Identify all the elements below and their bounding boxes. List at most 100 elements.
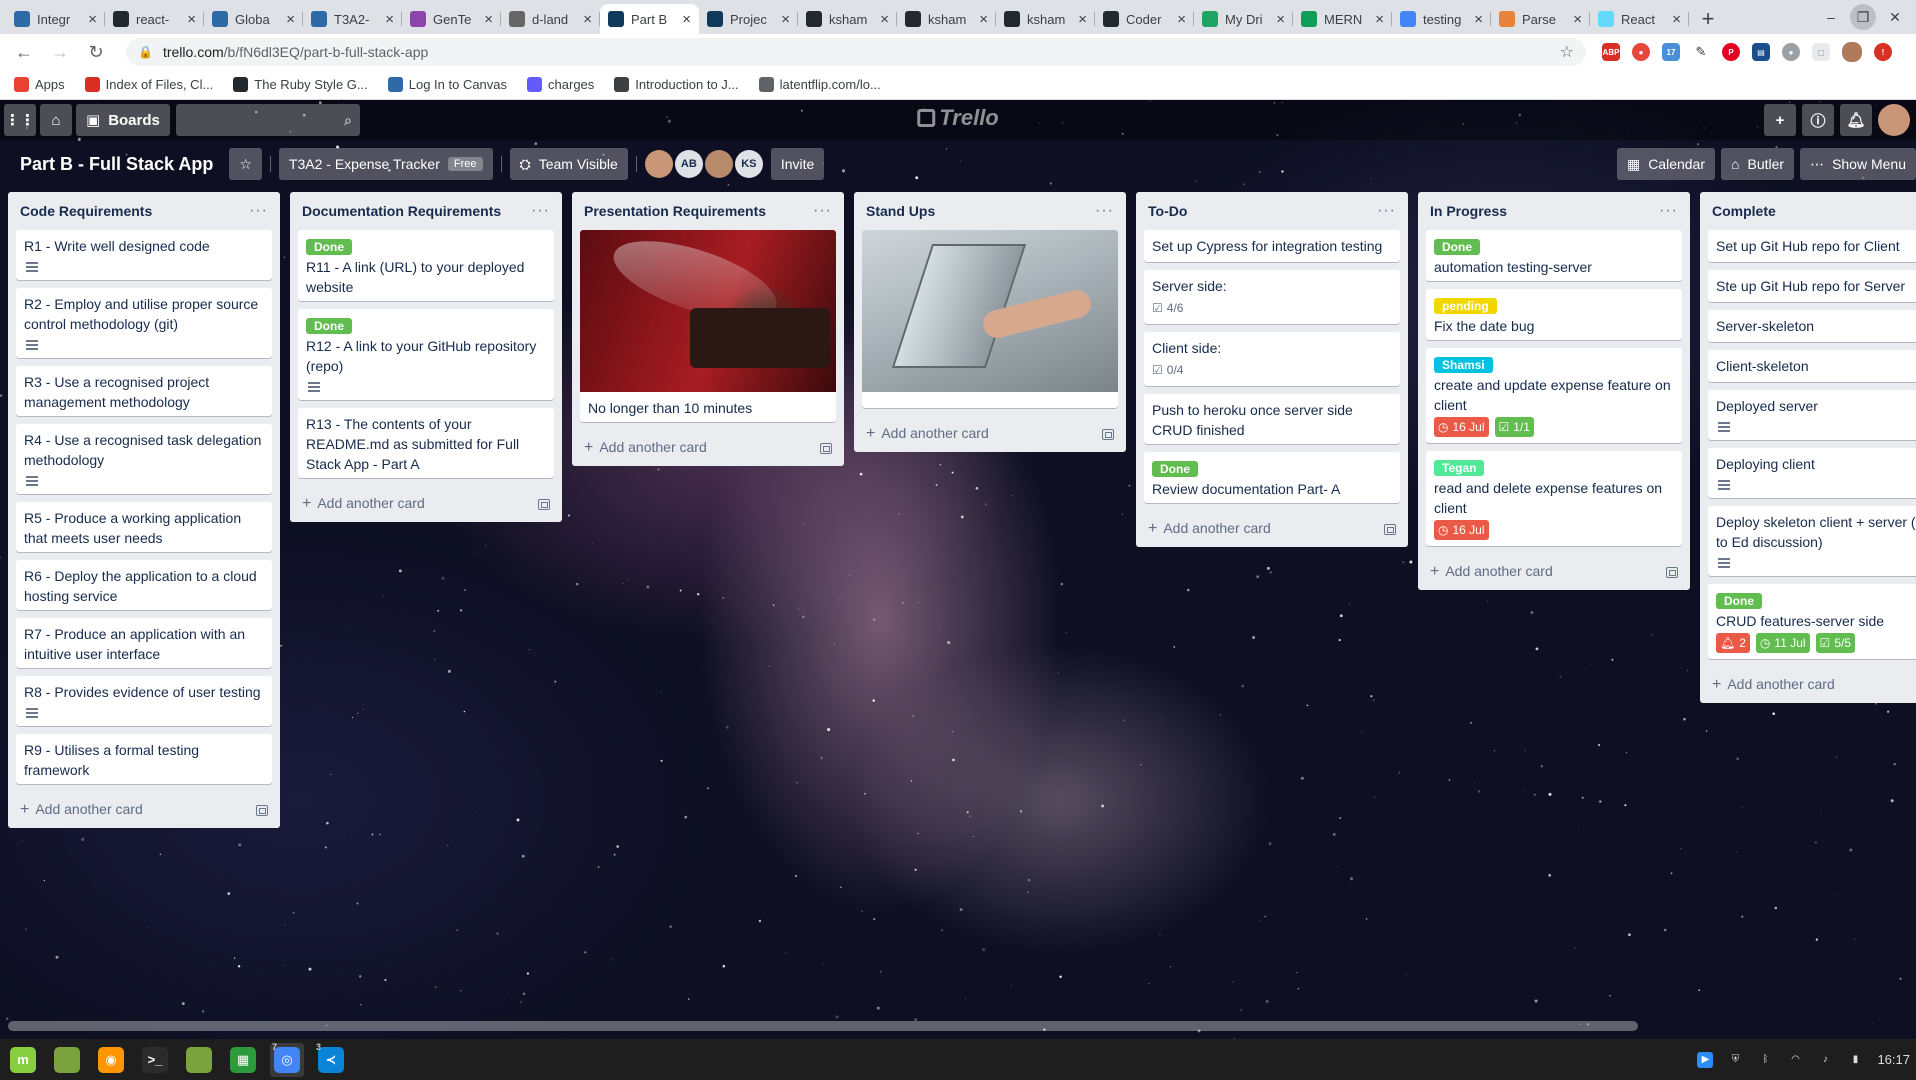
close-tab-icon[interactable]: × [583,11,592,28]
card[interactable]: Deploy skeleton client + server (a links… [1708,506,1916,576]
folder-icon[interactable] [182,1043,216,1077]
card-template-icon[interactable] [1384,523,1396,535]
card[interactable] [862,230,1118,408]
close-tab-icon[interactable]: × [1078,11,1087,28]
list-menu-icon[interactable]: ··· [531,202,550,220]
list-menu-icon[interactable]: ··· [813,202,832,220]
list-menu-icon[interactable]: ··· [1377,202,1396,220]
browser-tab[interactable]: testing × [1392,4,1491,34]
list-menu-icon[interactable]: ··· [1659,202,1678,220]
bluetooth-icon[interactable]: ᛒ [1757,1052,1773,1068]
card[interactable]: Set up Cypress for integration testing [1144,230,1400,262]
bookmark-item[interactable]: The Ruby Style G... [233,77,368,92]
add-card-button[interactable]: + Add another card [298,486,554,522]
card[interactable]: R7 - Produce an application with an intu… [16,618,272,668]
browser-tab[interactable]: ksham × [897,4,996,34]
shield-icon[interactable]: ⛨ [1727,1052,1743,1068]
horizontal-scrollbar[interactable] [8,1021,1638,1031]
bookmark-item[interactable]: charges [527,77,594,92]
create-button[interactable]: + [1764,104,1796,136]
info-icon[interactable]: ⓘ [1802,104,1834,136]
browser-tab[interactable]: Part B × [600,4,699,34]
address-bar[interactable]: 🔒 trello.com/b/fN6dl3EQ/part-b-full-stac… [126,38,1586,66]
bookmark-item[interactable]: Apps [14,77,65,92]
reload-button[interactable]: ↻ [82,38,110,66]
board-search-input[interactable]: ⌕ [175,104,360,136]
card[interactable]: Deployed server [1708,390,1916,440]
browser-tab[interactable]: Globa × [204,4,303,34]
close-tab-icon[interactable]: × [781,11,790,28]
card[interactable]: Tegan read and delete expense features on… [1426,451,1682,546]
close-tab-icon[interactable]: × [187,11,196,28]
card[interactable]: R4 - Use a recognised task delegation me… [16,424,272,494]
card[interactable]: Shamsi create and update expense feature … [1426,348,1682,443]
list-title[interactable]: Complete [1712,203,1776,219]
card[interactable]: R6 - Deploy the application to a cloud h… [16,560,272,610]
close-tab-icon[interactable]: × [385,11,394,28]
close-tab-icon[interactable]: × [682,11,691,28]
member-avatar-photo[interactable] [704,150,733,178]
restore-button[interactable]: ❐ [1850,4,1876,30]
spreadsheet-icon[interactable]: ▦ [226,1043,260,1077]
browser-tab[interactable]: T3A2- × [303,4,402,34]
close-tab-icon[interactable]: × [1672,11,1681,28]
card[interactable]: Done automation testing-server [1426,230,1682,281]
card[interactable]: Client side: ☑ 0/4 [1144,332,1400,386]
browser-tab[interactable]: Projec × [699,4,798,34]
list-title[interactable]: Code Requirements [20,203,152,219]
new-tab-button[interactable]: + [1693,4,1723,34]
browser-tab[interactable]: ksham × [798,4,897,34]
butler-button[interactable]: ⌂ Butler [1721,148,1795,180]
zoom-icon[interactable]: ▶ [1697,1051,1714,1068]
card[interactable]: Deploying client [1708,448,1916,498]
card[interactable]: Set up Git Hub repo for Client [1708,230,1916,262]
close-tab-icon[interactable]: × [1375,11,1384,28]
card[interactable]: pending Fix the date bug [1426,289,1682,340]
eyedropper-extension-icon[interactable]: ✎ [1692,43,1710,61]
extension-icon[interactable]: ● [1782,43,1800,61]
volume-icon[interactable]: ♪ [1817,1052,1833,1068]
add-card-button[interactable]: + Add another card [1426,554,1682,590]
browser-tab[interactable]: Coder × [1095,4,1194,34]
lastpass-extension-icon[interactable]: ● [1632,43,1650,61]
show-menu-button[interactable]: ⋯ Show Menu [1800,148,1916,180]
card[interactable]: Done Review documentation Part- A [1144,452,1400,503]
card[interactable]: Ste up Git Hub repo for Server [1708,270,1916,302]
mint-menu-icon[interactable]: m [6,1043,40,1077]
member-avatar-photo[interactable] [644,150,673,178]
card-template-icon[interactable] [538,498,550,510]
browser-tab[interactable]: Integr × [6,4,105,34]
bookmark-item[interactable]: latentflip.com/lo... [758,77,881,92]
board-title[interactable]: Part B - Full Stack App [12,154,221,175]
boards-button[interactable]: ▣ Boards [76,104,170,136]
add-card-button[interactable]: + Add another card [1144,511,1400,547]
close-tab-icon[interactable]: × [1573,11,1582,28]
pinterest-extension-icon[interactable]: P [1722,43,1740,61]
close-tab-icon[interactable]: × [1474,11,1483,28]
trello-logo[interactable]: Trello [917,105,999,131]
update-icon[interactable]: ! [1874,43,1892,61]
card[interactable]: Done CRUD features-server side 🔔︎ 2 ◷ 11 Jul ☑… [1708,584,1916,659]
files-icon[interactable] [50,1043,84,1077]
card[interactable]: R5 - Produce a working application that … [16,502,272,552]
user-avatar[interactable] [1878,104,1910,136]
terminal-icon[interactable]: >_ [138,1043,172,1077]
browser-tab[interactable]: d-land × [501,4,600,34]
apps-switcher-button[interactable]: ⋮⋮ [4,104,36,136]
card[interactable]: Done R11 - A link (URL) to your deployed … [298,230,554,301]
card[interactable]: Push to heroku once server side CRUD fin… [1144,394,1400,444]
bookmark-item[interactable]: Introduction to J... [614,77,739,92]
list-menu-icon[interactable]: ··· [1095,202,1114,220]
browser-tab[interactable]: ksham × [996,4,1095,34]
close-tab-icon[interactable]: × [1177,11,1186,28]
add-card-button[interactable]: + Add another card [580,430,836,466]
star-board-button[interactable]: ☆ [229,148,262,180]
back-button[interactable]: ← [10,38,38,66]
vscode-icon[interactable]: ≺ 3 [314,1042,348,1077]
close-tab-icon[interactable]: × [286,11,295,28]
minimize-button[interactable]: – [1818,4,1844,30]
card[interactable]: Client-skeleton [1708,350,1916,382]
add-card-button[interactable]: + Add another card [16,792,272,828]
browser-tab[interactable]: GenTe × [402,4,501,34]
browser-tab[interactable]: My Dri × [1194,4,1293,34]
